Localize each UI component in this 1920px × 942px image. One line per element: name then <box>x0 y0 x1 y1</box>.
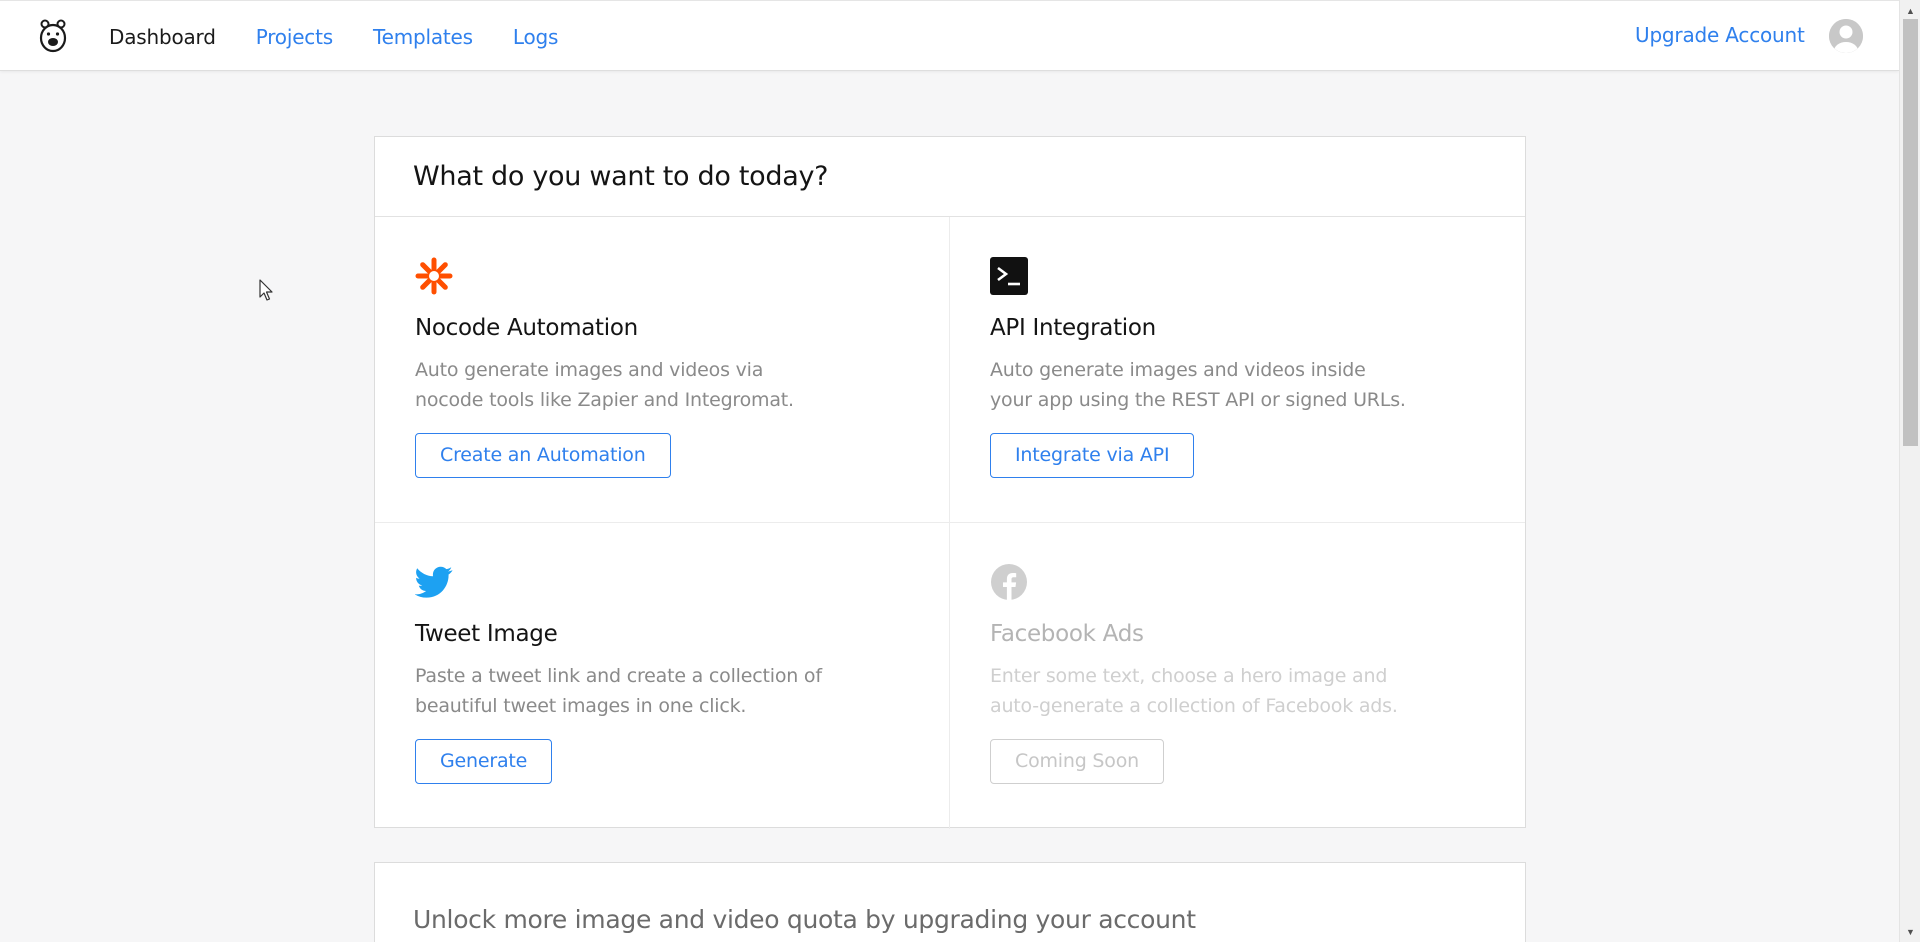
user-avatar[interactable] <box>1829 19 1863 53</box>
option-title: API Integration <box>990 315 1156 341</box>
upgrade-card-title: Unlock more image and video quota by upg… <box>413 905 1196 934</box>
card-header: What do you want to do today? <box>375 137 1525 217</box>
coming-soon-button: Coming Soon <box>990 739 1164 784</box>
bear-logo-icon[interactable] <box>36 17 70 55</box>
upgrade-account-link[interactable]: Upgrade Account <box>1635 23 1805 47</box>
what-to-do-card: What do you want to do today? Nocode Aut… <box>374 136 1526 829</box>
user-avatar-icon <box>1829 19 1863 53</box>
option-description: Auto generate images and videos inside y… <box>990 359 1406 411</box>
facebook-icon <box>991 564 1027 600</box>
option-facebook-ads: Facebook Ads Enter some text, choose a h… <box>950 523 1525 829</box>
scroll-up-arrow-icon[interactable]: ▲ <box>1900 2 1920 19</box>
option-title: Tweet Image <box>415 621 558 647</box>
upgrade-quota-card: Unlock more image and video quota by upg… <box>374 862 1526 942</box>
main-nav: Dashboard Projects Templates Logs <box>109 1 598 72</box>
option-nocode-automation: Nocode Automation Auto generate images a… <box>375 217 950 523</box>
nav-templates[interactable]: Templates <box>373 25 473 49</box>
option-description: Enter some text, choose a hero image and… <box>990 665 1398 717</box>
scrollbar-thumb[interactable] <box>1903 19 1918 446</box>
scroll-down-arrow-icon[interactable]: ▼ <box>1900 923 1920 940</box>
option-title: Facebook Ads <box>990 621 1144 647</box>
nav-dashboard[interactable]: Dashboard <box>109 25 216 49</box>
twitter-icon <box>415 566 453 598</box>
option-api-integration: API Integration Auto generate images and… <box>950 217 1525 523</box>
generate-button[interactable]: Generate <box>415 739 553 784</box>
option-title: Nocode Automation <box>415 315 638 341</box>
option-description: Paste a tweet link and create a collecti… <box>415 665 822 717</box>
option-tweet-image: Tweet Image Paste a tweet link and creat… <box>375 523 950 829</box>
terminal-icon <box>990 257 1028 295</box>
top-navigation-bar: Dashboard Projects Templates Logs Upgrad… <box>0 0 1899 71</box>
nav-logs[interactable]: Logs <box>513 25 559 49</box>
zapier-asterisk-icon <box>415 257 453 295</box>
integrate-via-api-button[interactable]: Integrate via API <box>990 433 1195 478</box>
card-title: What do you want to do today? <box>413 161 829 192</box>
create-automation-button[interactable]: Create an Automation <box>415 433 671 478</box>
nav-projects[interactable]: Projects <box>256 25 333 49</box>
mouse-cursor-icon <box>259 279 273 301</box>
page-scrollbar[interactable]: ▲ ▼ <box>1899 0 1920 942</box>
options-grid: Nocode Automation Auto generate images a… <box>375 217 1525 829</box>
option-description: Auto generate images and videos via noco… <box>415 359 794 411</box>
